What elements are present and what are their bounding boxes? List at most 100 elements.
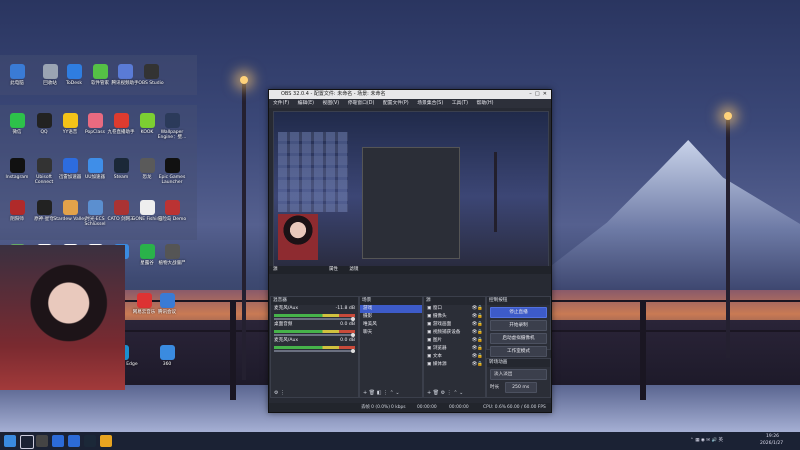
source-item[interactable]: ▣ 视频捕获设备 👁🔒 (424, 329, 485, 337)
clock-time[interactable]: 19:26 (766, 434, 779, 439)
source-label: 媒体源 (432, 362, 447, 367)
volume-slider[interactable] (274, 333, 355, 337)
desktop-icon[interactable]: 360 (150, 345, 184, 367)
scene-item[interactable]: 摄影 (360, 313, 422, 321)
app-icon (117, 64, 133, 79)
stop-streaming-button[interactable]: 停止直播 (490, 307, 547, 318)
steam-taskbar-icon[interactable] (84, 435, 96, 447)
filters-button[interactable]: 滤镜 (349, 267, 358, 272)
eye-lock-icon[interactable]: 👁🔒 (471, 305, 483, 313)
app-icon (62, 113, 78, 128)
app-taskbar-icon[interactable] (100, 435, 112, 447)
app-icon (87, 113, 103, 128)
rec-time: 00:00:00 (449, 405, 469, 410)
source-item[interactable]: ▣ 窗口 👁🔒 (424, 305, 485, 313)
live-time: 00:00:00 (417, 405, 437, 410)
tray-icons[interactable]: ⌃ ▦ ◉ ✉ 🔊 英 (690, 437, 723, 443)
volume-slider[interactable] (274, 317, 355, 321)
channel-name: 桌面音频 (274, 322, 293, 327)
slider-handle[interactable] (351, 333, 355, 337)
desktop-icon[interactable]: 此电脑 (0, 64, 34, 86)
eye-lock-icon[interactable]: 👁🔒 (471, 361, 483, 369)
source-label: 文本 (432, 354, 443, 359)
wallpaper-lamp-post (242, 80, 246, 380)
preview-webcam (278, 214, 318, 260)
search-icon[interactable] (20, 435, 34, 449)
virtual-camera-button[interactable]: 启动虚拟摄像机 (490, 333, 547, 344)
obs-statusbar: 丢帧 0 (0.0%) 0 kbps 00:00:00 00:00:00 CPU… (269, 403, 551, 412)
wallpaper-lamp-light (240, 76, 248, 84)
desktop-icon[interactable]: Wallpaper Engine：壁... (155, 113, 189, 140)
eye-lock-icon[interactable]: 👁🔒 (471, 329, 483, 337)
source-item[interactable]: ▣ 媒体源 👁🔒 (424, 361, 485, 369)
slider-handle[interactable] (351, 349, 355, 353)
desktop-icon[interactable]: 冒险岛 Demo (155, 200, 189, 222)
app-icon (139, 113, 155, 128)
menu-profile[interactable]: 配置文件(P) (383, 101, 409, 106)
source-toolbar-icons[interactable]: + 🗑 ⚙ ⋮ ⌃ ⌄ (427, 390, 463, 396)
source-item[interactable]: ▣ 图片 👁🔒 (424, 337, 485, 345)
volume-meter (274, 330, 355, 333)
desktop-icon[interactable]: 腾讯会议 (150, 293, 184, 315)
menu-docks[interactable]: 停靠窗口(D) (348, 101, 375, 106)
slider-handle[interactable] (351, 317, 355, 321)
start-icon[interactable] (4, 435, 16, 447)
edge-taskbar-icon[interactable] (52, 435, 64, 447)
menu-file[interactable]: 文件(F) (273, 101, 289, 106)
eye-lock-icon[interactable]: 👁🔒 (471, 345, 483, 353)
obs-preview[interactable] (273, 111, 549, 267)
source-item[interactable]: ▣ 游戏画面 👁🔒 (424, 321, 485, 329)
controls-dock: 控制按钮 停止直播 开始录制 启动虚拟摄像机 工作室模式 设置 (486, 296, 551, 370)
scene-toolbar-icons[interactable]: + 🗑 ◧ ⋮ ⌃ ⌄ (363, 390, 400, 396)
desktop-icon-label: 冒险岛 Demo (157, 217, 187, 222)
scene-item[interactable]: 游戏 (360, 305, 422, 313)
source-label: 窗口 (432, 306, 443, 311)
eye-lock-icon[interactable]: 👁🔒 (471, 321, 483, 329)
mixer-settings-icon[interactable]: ⚙ ⋮ (274, 390, 285, 396)
app-icon (92, 64, 108, 79)
studio-mode-button[interactable]: 工作室模式 (490, 346, 547, 357)
source-item[interactable]: ▣ 文本 👁🔒 (424, 353, 485, 361)
source-label: 浏览器 (432, 346, 447, 351)
dock-title: 混音器 (271, 297, 358, 305)
dock-title: 场景 (360, 297, 422, 305)
scene-item[interactable]: 唯美风 (360, 321, 422, 329)
scenes-dock: 场景 游戏 摄影 唯美风 聊天 + 🗑 ◧ ⋮ ⌃ ⌄ (359, 296, 423, 398)
properties-button[interactable]: 属性 (329, 267, 338, 272)
webcam-overlay (0, 245, 125, 390)
menu-help[interactable]: 帮助(H) (477, 101, 494, 106)
clock-date[interactable]: 2026/1/27 (760, 441, 783, 446)
preview-lamp (494, 152, 497, 232)
volume-meter (274, 346, 355, 349)
desktop-icon[interactable]: 植物大战僵尸 (155, 244, 189, 266)
duration-input[interactable]: 250 ms (504, 382, 537, 393)
app-taskbar-icon[interactable] (68, 435, 80, 447)
desktop-icon[interactable]: Epic Games Launcher (155, 158, 189, 185)
menu-scene-collection[interactable]: 场景集合(S) (417, 101, 443, 106)
channel-db: 0.0 dB (340, 338, 355, 343)
window-controls[interactable]: – □ ✕ (529, 90, 547, 99)
eye-lock-icon[interactable]: 👁🔒 (471, 353, 483, 361)
start-recording-button[interactable]: 开始录制 (490, 320, 547, 331)
desktop-icon-label: 360 (162, 362, 172, 367)
menu-view[interactable]: 视图(V) (323, 101, 340, 106)
source-label: 游戏画面 (432, 322, 452, 327)
wallpaper-mountain-right (520, 140, 800, 290)
menu-edit[interactable]: 编辑(E) (298, 101, 314, 106)
dock-title: 转场动画 (487, 359, 550, 367)
eye-lock-icon[interactable]: 👁🔒 (471, 313, 483, 321)
dropped-frames: 丢帧 0 (0.0%) (361, 405, 390, 410)
source-item[interactable]: ▣ 摄像头 👁🔒 (424, 313, 485, 321)
transition-select[interactable]: 淡入淡出 (490, 369, 547, 380)
mixer-channel: 桌面音频 0.0 dB (271, 321, 358, 337)
app-icon (143, 64, 159, 79)
obs-taskbar-icon[interactable] (36, 435, 48, 447)
desktop-icon[interactable]: OBS Studio (134, 64, 168, 86)
volume-slider[interactable] (274, 349, 355, 353)
scene-item[interactable]: 聊天 (360, 329, 422, 337)
menu-tools[interactable]: 工具(T) (452, 101, 468, 106)
source-item[interactable]: ▣ 浏览器 👁🔒 (424, 345, 485, 353)
desktop-icon-label: OBS Studio (138, 81, 164, 86)
eye-lock-icon[interactable]: 👁🔒 (471, 337, 483, 345)
desktop-icon-label: 植物大战僵尸 (158, 261, 186, 266)
